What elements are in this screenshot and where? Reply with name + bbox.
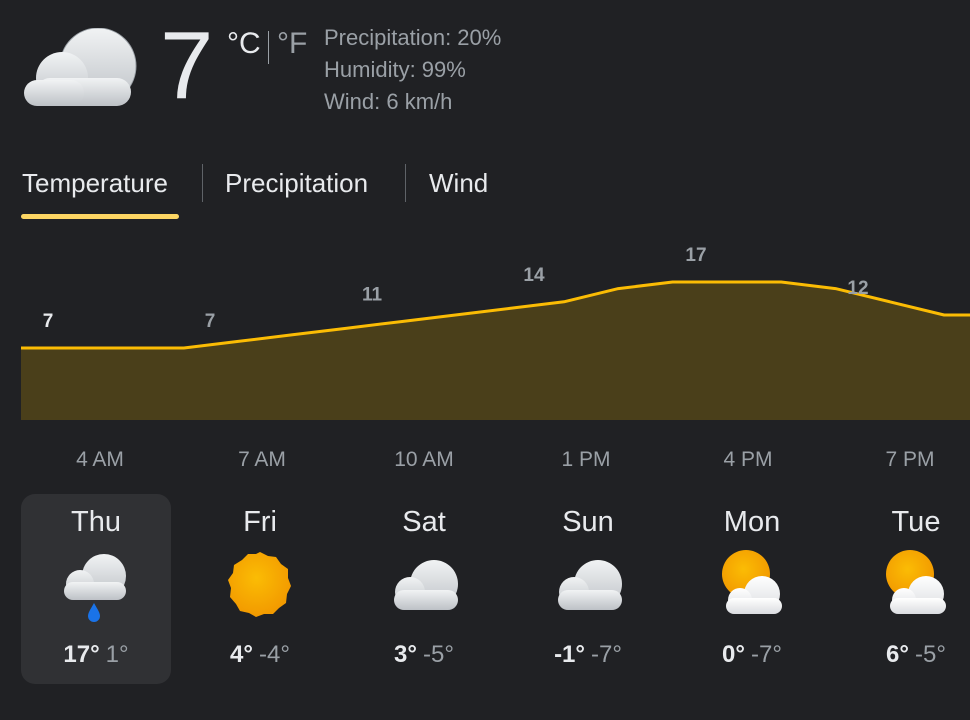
day-temperatures: 3° -5° <box>349 641 499 669</box>
current-temperature: 7 <box>160 12 214 119</box>
low-temp: -7° <box>751 641 782 668</box>
wind-detail: Wind: 6 km/h <box>324 89 453 114</box>
celsius-toggle[interactable]: °C <box>227 27 261 61</box>
chart-value-label: 7 <box>43 311 54 332</box>
time-axis-label: 10 AM <box>394 448 454 471</box>
temperature-area <box>21 282 970 420</box>
low-temp: -7° <box>591 641 622 668</box>
day-name: Tue <box>891 506 941 538</box>
forecast-day-sat[interactable]: Sat 3° -5° <box>349 494 499 684</box>
partly-cloudy-icon <box>712 550 792 622</box>
time-axis-label: 4 PM <box>723 448 773 471</box>
forecast-day-thu[interactable]: Thu 17° 1° <box>21 494 171 684</box>
humidity-detail: Humidity: 99% <box>324 57 466 82</box>
forecast-day-tue[interactable]: Tue 6° -5° <box>841 494 970 684</box>
high-temp: 6° <box>886 641 909 668</box>
high-temp: -1° <box>554 641 585 668</box>
tab-wind[interactable]: Wind <box>429 168 488 199</box>
tab-precipitation[interactable]: Precipitation <box>225 168 368 199</box>
selected-tab-indicator <box>21 214 179 219</box>
forecast-day-mon[interactable]: Mon 0° -7° <box>677 494 827 684</box>
day-name: Mon <box>723 506 781 538</box>
high-temp: 4° <box>230 641 253 668</box>
partly-cloudy-icon <box>876 550 956 622</box>
day-name: Fri <box>243 506 277 538</box>
temperature-chart: 7 7 11 14 17 12 <box>21 245 970 420</box>
high-temp: 0° <box>722 641 745 668</box>
fahrenheit-toggle[interactable]: °F <box>277 27 307 61</box>
precipitation-detail: Precipitation: 20% <box>324 25 502 50</box>
low-temp: 1° <box>105 641 129 668</box>
chart-value-label: 7 <box>205 311 216 332</box>
day-name: Sun <box>562 506 614 538</box>
tab-temperature[interactable]: Temperature <box>22 168 168 199</box>
forecast-day-fri[interactable]: Fri 4° -4° <box>185 494 335 684</box>
cloudy-icon <box>548 550 628 622</box>
sun-icon <box>220 550 300 622</box>
day-temperatures: 4° -4° <box>185 641 335 669</box>
high-temp: 3° <box>394 641 417 668</box>
day-temperatures: 6° -5° <box>841 641 970 669</box>
cloudy-icon <box>384 550 464 622</box>
day-temperatures: 17° 1° <box>21 641 171 669</box>
tab-divider <box>202 164 203 202</box>
day-temperatures: -1° -7° <box>513 641 663 669</box>
time-axis-label: 7 AM <box>238 448 286 471</box>
low-temp: -4° <box>259 641 290 668</box>
low-temp: -5° <box>423 641 454 668</box>
time-axis-label: 4 AM <box>76 448 124 471</box>
time-axis-label: 7 PM <box>885 448 935 471</box>
chart-value-label: 14 <box>523 265 545 286</box>
day-name: Thu <box>71 506 121 538</box>
low-temp: -5° <box>915 641 946 668</box>
cloud-rain-icon <box>56 550 136 622</box>
chart-value-label: 17 <box>685 245 706 266</box>
high-temp: 17° <box>63 641 100 668</box>
chart-value-label: 11 <box>362 285 383 306</box>
cloudy-icon <box>24 28 137 106</box>
forecast-day-sun[interactable]: Sun -1° -7° <box>513 494 663 684</box>
unit-divider <box>268 31 269 64</box>
day-name: Sat <box>402 506 446 538</box>
day-temperatures: 0° -7° <box>677 641 827 669</box>
tab-divider <box>405 164 406 202</box>
time-axis-label: 1 PM <box>561 448 611 471</box>
chart-value-label: 12 <box>847 278 868 299</box>
